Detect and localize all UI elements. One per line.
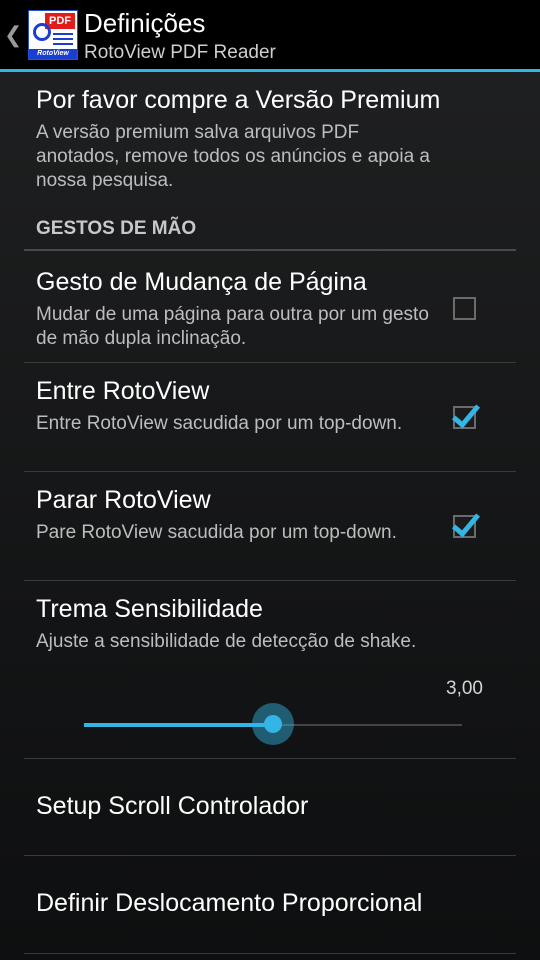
divider xyxy=(24,758,516,759)
divider xyxy=(24,855,516,856)
app-icon[interactable]: PDF RotoView xyxy=(28,10,78,60)
magnifier-icon xyxy=(33,23,51,41)
pref-page-gesture[interactable]: Gesto de Mudança de Página Mudar de uma … xyxy=(24,268,516,351)
page-subtitle: RotoView PDF Reader xyxy=(84,42,276,63)
pref-summary: Mudar de uma página para outra por um ge… xyxy=(36,304,429,349)
pref-scroll-setup[interactable]: Setup Scroll Controlador xyxy=(24,792,516,821)
divider xyxy=(24,362,516,363)
pref-summary: Entre RotoView sacudida por um top-down. xyxy=(36,413,403,434)
pref-title: Gesto de Mudança de Página xyxy=(36,268,367,296)
pref-title: Definir Deslocamento Proporcional xyxy=(36,889,423,917)
sensitivity-slider[interactable] xyxy=(84,703,462,745)
pref-stop-rotoview[interactable]: Parar RotoView Pare RotoView sacudida po… xyxy=(24,486,516,545)
pref-title: Parar RotoView xyxy=(36,486,211,514)
slider-thumb[interactable] xyxy=(252,703,294,745)
action-bar: ❮ PDF RotoView Definições RotoView PDF R… xyxy=(0,0,540,70)
pref-enter-rotoview[interactable]: Entre RotoView Entre RotoView sacudida p… xyxy=(24,377,516,436)
actionbar-divider xyxy=(0,69,540,72)
category-header: GESTOS DE MÃO xyxy=(36,218,197,239)
app-icon-band: RotoView xyxy=(29,49,77,59)
divider xyxy=(24,471,516,472)
pref-title: Entre RotoView xyxy=(36,377,210,405)
pref-summary: Ajuste a sensibilidade de detecção de sh… xyxy=(36,631,417,652)
stop-rotoview-checkbox[interactable] xyxy=(451,507,481,538)
pref-title: Trema Sensibilidade xyxy=(36,595,263,623)
sensitivity-value: 3,00 xyxy=(446,678,483,699)
page-title: Definições xyxy=(84,8,206,38)
category-divider xyxy=(24,249,516,251)
pref-summary: Pare RotoView sacudida por um top-down. xyxy=(36,522,397,543)
chevron-left-icon[interactable]: ❮ xyxy=(4,22,22,48)
divider xyxy=(24,953,516,954)
premium-title: Por favor compre a Versão Premium xyxy=(36,86,441,114)
slider-thumb-core xyxy=(264,715,282,733)
pref-title: Setup Scroll Controlador xyxy=(36,792,309,820)
premium-summary: A versão premium salva arquivos PDF anot… xyxy=(36,122,430,191)
premium-preference[interactable]: Por favor compre a Versão Premium A vers… xyxy=(24,86,516,193)
enter-rotoview-checkbox[interactable] xyxy=(451,398,481,429)
page-gesture-checkbox[interactable] xyxy=(453,297,476,320)
pref-shake-sensitivity: Trema Sensibilidade Ajuste a sensibilida… xyxy=(24,595,516,654)
divider xyxy=(24,580,516,581)
slider-fill xyxy=(84,723,273,727)
pref-proportional-scroll[interactable]: Definir Deslocamento Proporcional xyxy=(24,889,516,918)
text-lines-icon xyxy=(53,33,73,35)
